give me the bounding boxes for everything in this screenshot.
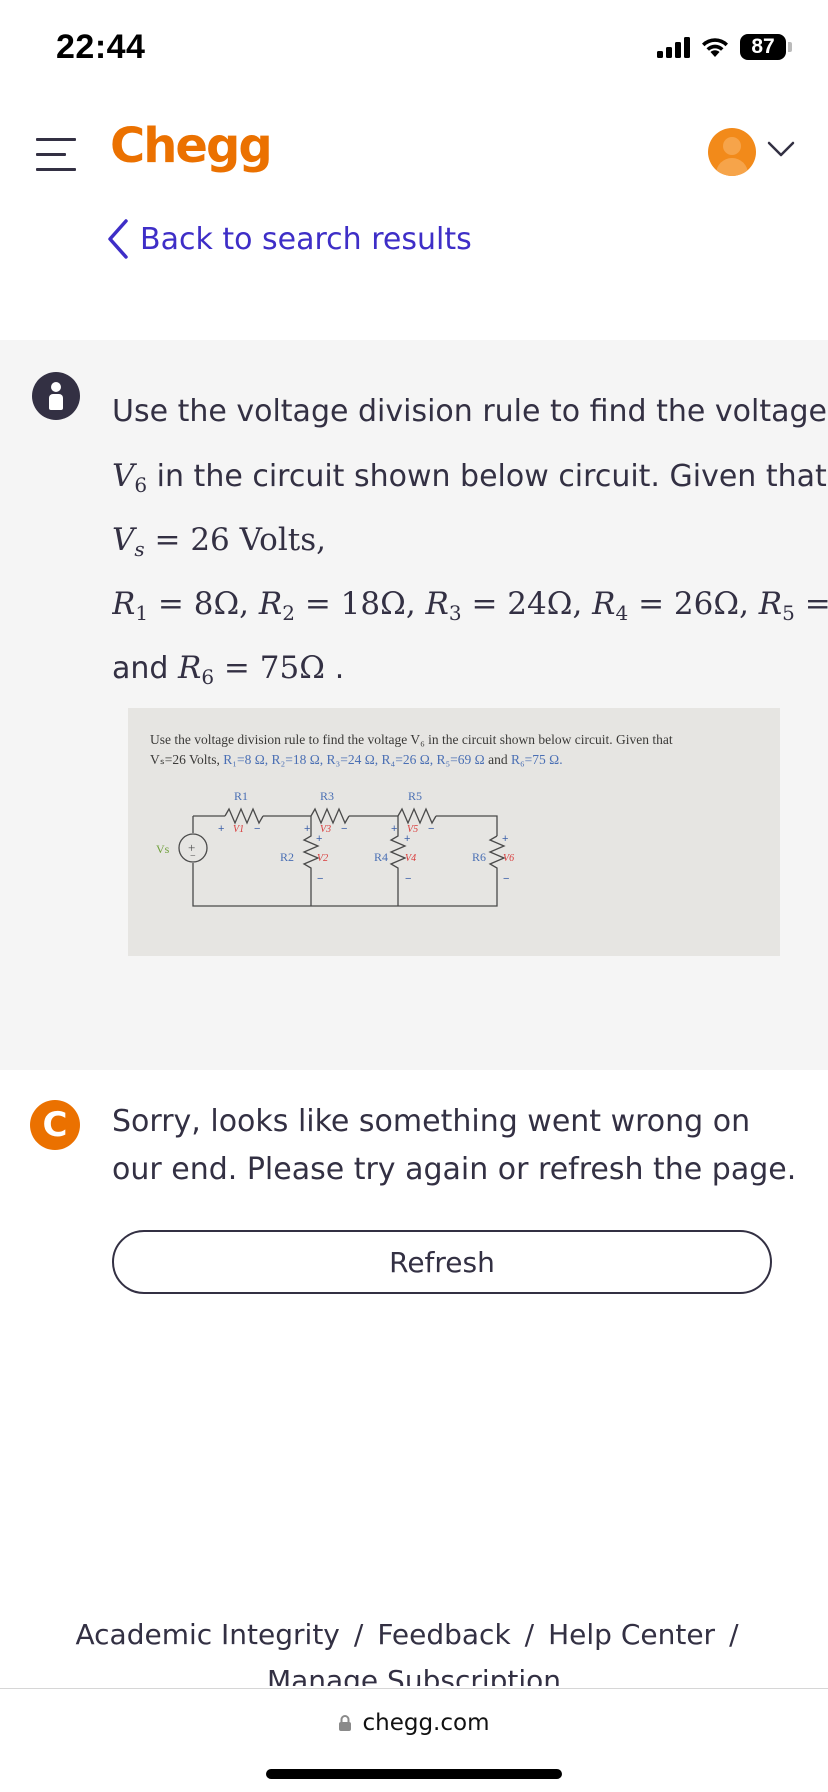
question-line-3: Vs = 26 Volts, <box>112 522 326 561</box>
hamburger-menu-icon[interactable] <box>36 136 76 172</box>
browser-url-bar: chegg.com <box>0 1688 828 1792</box>
app-header: Chegg <box>0 110 828 190</box>
svg-text:−: − <box>254 823 260 835</box>
label-r1: R1 <box>234 789 248 803</box>
url-text: chegg.com <box>362 1710 490 1736</box>
svg-text:−: − <box>503 873 509 885</box>
footer-link-academic-integrity[interactable]: Academic Integrity <box>75 1618 339 1651</box>
svg-text:−: − <box>405 873 411 885</box>
footer-link-help-center[interactable]: Help Center <box>548 1618 715 1651</box>
label-r4: R4 <box>374 850 388 864</box>
svg-text:−: − <box>190 851 196 862</box>
asker-avatar-icon <box>32 372 80 420</box>
back-link-label: Back to search results <box>140 221 472 257</box>
url-pill[interactable]: chegg.com <box>234 1699 594 1747</box>
status-icons: 87 <box>657 34 792 60</box>
battery-icon: 87 <box>740 34 792 60</box>
label-vs: Vs <box>156 842 170 856</box>
status-bar: 22:44 87 <box>0 0 828 100</box>
label-v6: V6 <box>503 853 514 864</box>
svg-text:+: + <box>391 823 397 835</box>
label-r6: R6 <box>472 850 486 864</box>
chevron-left-icon <box>108 219 128 259</box>
question-line-2: V6 in the circuit shown below circuit. G… <box>112 458 827 497</box>
refresh-button[interactable]: Refresh <box>112 1230 772 1294</box>
cellular-signal-icon <box>657 36 690 58</box>
lock-icon <box>339 1715 352 1731</box>
question-line-5: and R6 = 75Ω . <box>112 650 345 689</box>
question-line-1: Use the voltage division rule to find th… <box>112 394 827 429</box>
svg-text:−: − <box>317 873 323 885</box>
svg-text:+: + <box>304 823 310 835</box>
label-r2: R2 <box>280 850 294 864</box>
svg-text:−: − <box>428 823 434 835</box>
chegg-logo[interactable]: Chegg <box>110 118 273 174</box>
status-time: 22:44 <box>56 28 146 66</box>
question-line-4: R1 = 8Ω, R2 = 18Ω, R3 = 24Ω, R4 = 26Ω, R… <box>112 586 828 625</box>
wifi-icon <box>702 38 728 57</box>
label-v4: V4 <box>405 853 416 864</box>
error-message: Sorry, looks like something went wrong o… <box>112 1104 797 1187</box>
circuit-image[interactable]: Use the voltage division rule to find th… <box>128 708 780 956</box>
label-v2: V2 <box>317 853 328 864</box>
user-avatar[interactable] <box>708 128 756 176</box>
footer-link-manage-subscription[interactable]: Manage Subscription <box>267 1664 561 1686</box>
svg-text:+: + <box>316 833 322 845</box>
svg-text:+: + <box>404 833 410 845</box>
question-text: Use the voltage division rule to find th… <box>112 380 828 700</box>
label-r3: R3 <box>320 789 334 803</box>
svg-text:−: − <box>341 823 347 835</box>
back-to-search-link[interactable]: Back to search results <box>106 218 472 260</box>
footer-link-feedback[interactable]: Feedback <box>377 1618 510 1651</box>
circuit-diagram: + − R1 R3 R5 R2 R4 R6 Vs V1 V3 V5 V2 V4 … <box>156 789 514 907</box>
footer-links: Academic Integrity / Feedback / Help Center /… <box>0 1612 828 1686</box>
chegg-answer-icon: C <box>30 1100 80 1150</box>
label-r5: R5 <box>408 789 422 803</box>
chevron-down-icon[interactable] <box>766 138 796 160</box>
question-panel: Use the voltage division rule to find th… <box>0 340 828 1070</box>
svg-text:+: + <box>502 833 508 845</box>
label-v1: V1 <box>233 824 244 835</box>
home-indicator[interactable] <box>266 1769 562 1779</box>
svg-text:+: + <box>218 823 224 835</box>
